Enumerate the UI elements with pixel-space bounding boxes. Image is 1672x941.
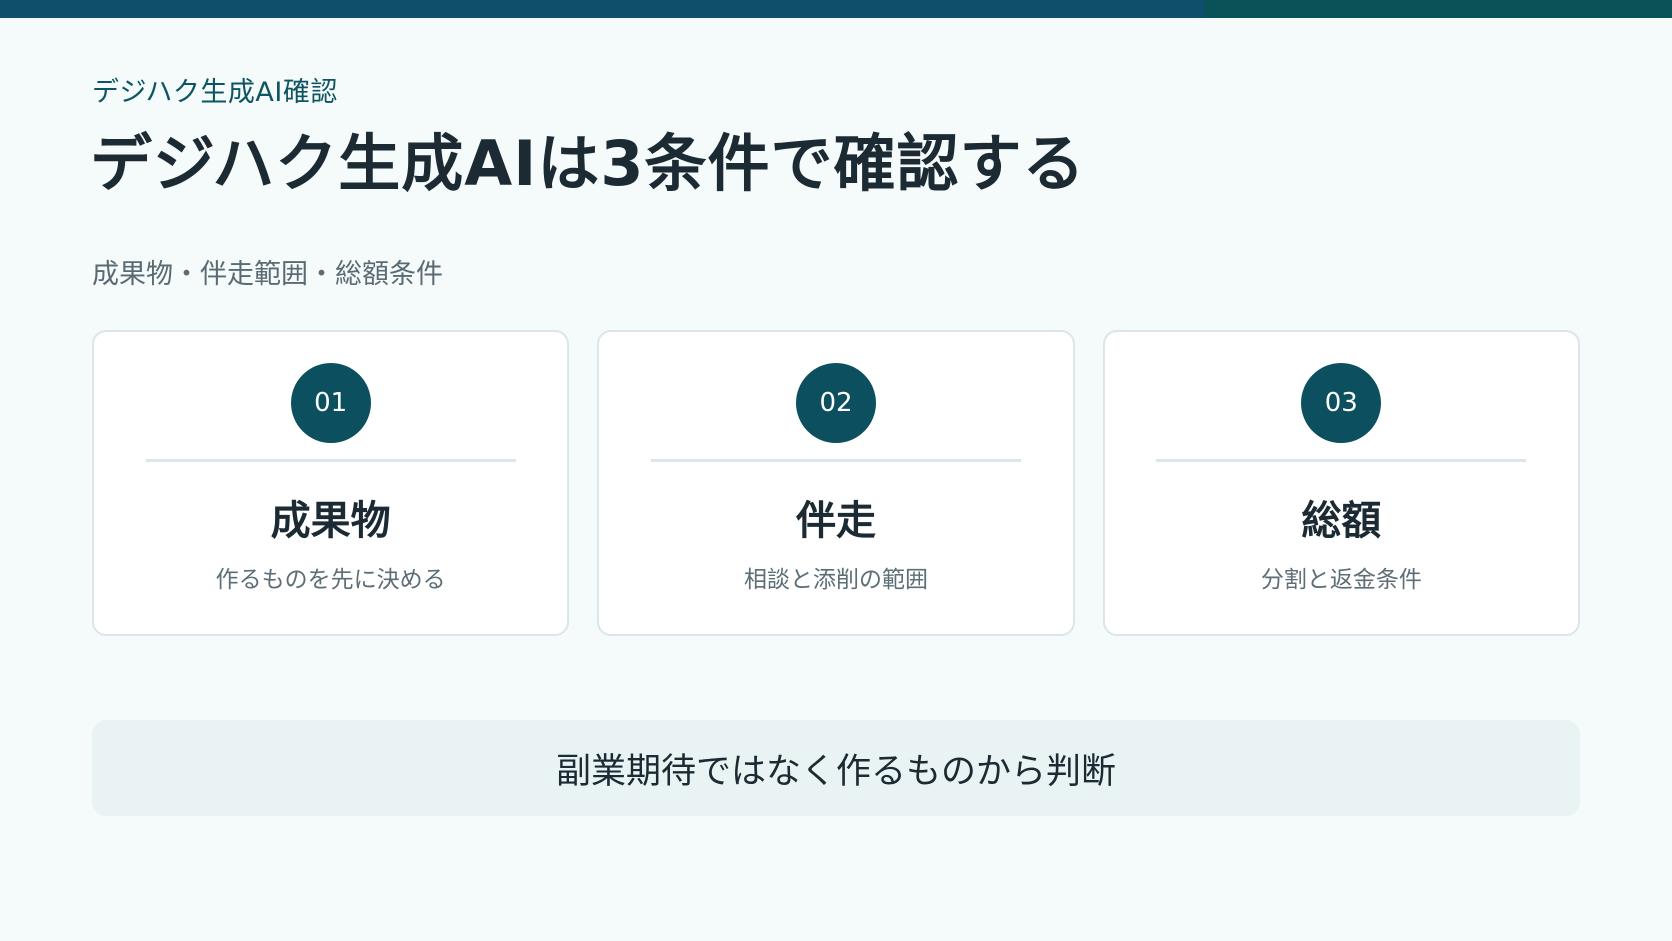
step-number-badge: 01 <box>290 363 371 443</box>
card-title: 総額 <box>1301 498 1382 544</box>
condition-card-support: 02 伴走 相談と添削の範囲 <box>597 330 1075 636</box>
card-title: 伴走 <box>795 498 876 544</box>
page-subtitle: 成果物・伴走範囲・総額条件 <box>92 259 443 290</box>
top-accent-bar-secondary <box>1204 0 1672 18</box>
step-number-badge: 02 <box>795 363 876 443</box>
condition-cards: 01 成果物 作るものを先に決める 02 伴走 相談と添削の範囲 03 総額 分… <box>92 330 1580 636</box>
card-description: 相談と添削の範囲 <box>743 567 928 593</box>
top-accent-bar <box>0 0 1672 18</box>
card-description: 作るものを先に決める <box>215 567 446 593</box>
conclusion-text: 副業期待ではなく作るものから判断 <box>555 751 1116 792</box>
eyebrow-label: デジハク生成AI確認 <box>92 77 338 108</box>
step-number-badge: 03 <box>1301 363 1382 443</box>
condition-card-deliverable: 01 成果物 作るものを先に決める <box>92 330 570 636</box>
card-divider <box>1156 459 1527 462</box>
card-divider <box>145 459 516 462</box>
condition-card-total-cost: 03 総額 分割と返金条件 <box>1102 330 1580 636</box>
card-divider <box>650 459 1021 462</box>
conclusion-box: 副業期待ではなく作るものから判断 <box>92 720 1580 816</box>
page-title: デジハク生成AIは3条件で確認する <box>90 127 1086 200</box>
card-description: 分割と返金条件 <box>1260 567 1422 593</box>
top-accent-bar-primary <box>0 0 1204 18</box>
card-title: 成果物 <box>270 498 391 544</box>
